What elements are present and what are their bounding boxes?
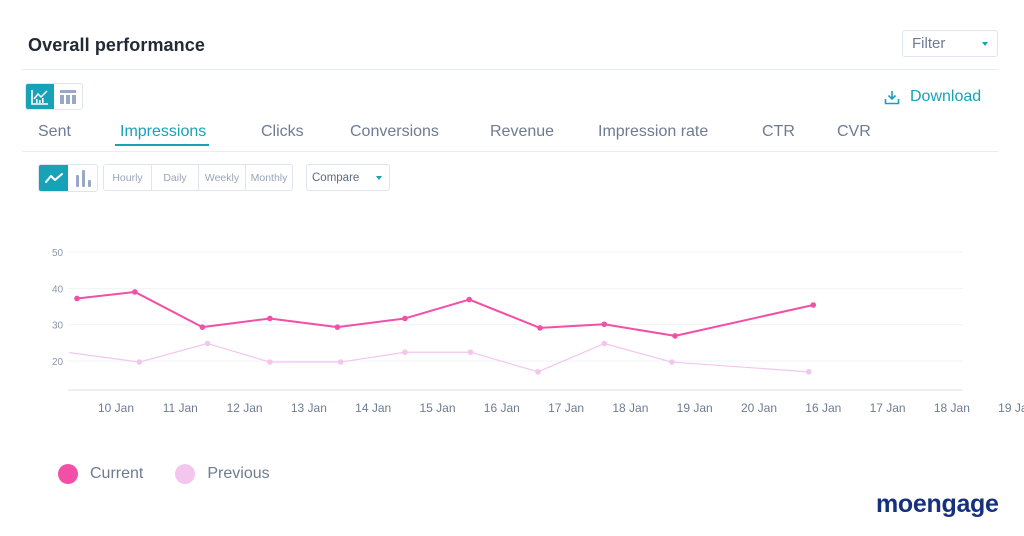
line-chart: 20304050 10 Jan 11 Jan 12 Jan 13 Jan 14 Jan 1… [52,248,1024,415]
data-point-previous [668,359,675,365]
chart-legend: Current Previous [58,464,302,484]
header-divider [22,69,998,70]
chart-view-icon [31,89,48,105]
granularity-weekly[interactable]: Weekly [199,165,246,190]
data-point-current [267,315,273,322]
chart-series [69,289,817,375]
tab-clicks[interactable]: Clicks [261,123,304,141]
x-tick-label: 11 Jan [163,401,198,415]
y-tick-label: 50 [52,248,64,259]
view-toggle [25,83,83,110]
tab-impression-rate[interactable]: Impression rate [598,123,708,141]
tab-impressions[interactable]: Impressions [114,123,210,146]
x-tick-label: 18 Jan [934,401,970,415]
granularity-hourly[interactable]: Hourly [104,165,152,190]
tabs-divider [22,151,998,152]
line-chart-icon [44,173,63,183]
series-line-current [76,290,814,337]
data-point-current [601,321,608,328]
data-point-previous [467,349,474,356]
tab-sent[interactable]: Sent [38,123,71,141]
line-chart-button[interactable] [39,165,68,191]
x-tick-label: 19 Jan [998,401,1024,415]
data-point-current [74,295,80,302]
bar-chart-icon [75,170,91,187]
data-point-current [132,289,138,295]
legend-previous-label: Previous [207,465,270,482]
granularity-monthly[interactable]: Monthly [246,165,292,190]
legend-item-current[interactable]: Current [58,464,143,484]
chart-view-button[interactable] [26,84,54,109]
tab-revenue[interactable]: Revenue [490,123,554,141]
moengage-logo: moengage [876,490,999,518]
data-point-previous [267,359,273,365]
data-point-previous [805,369,812,375]
chart-grid [68,251,963,391]
data-point-current [537,325,543,331]
x-tick-label: 10 Jan [98,401,134,415]
legend-item-previous[interactable]: Previous [175,464,270,484]
y-tick-label: 20 [52,357,64,368]
data-point-previous [601,340,608,347]
tab-ctr[interactable]: CTR [762,123,795,141]
x-tick-label: 20 Jan [741,401,777,415]
data-point-current [672,333,678,339]
x-tick-label: 14 Jan [355,401,391,415]
series-previous [69,340,812,375]
filter-label: Filter [912,35,946,52]
data-point-current [466,296,473,303]
table-view-button[interactable] [54,84,82,109]
data-point-previous [402,349,408,356]
granularity-selector: Hourly Daily Weekly Monthly [103,164,293,191]
page-title: Overall performance [28,35,205,55]
data-point-current [199,324,206,330]
x-tick-label: 12 Jan [227,401,263,415]
legend-current-marker [58,464,78,484]
table-icon [60,89,76,104]
data-point-previous [204,340,211,347]
x-axis-ticks: 10 Jan 11 Jan 12 Jan 13 Jan 14 Jan 15 Jan 16 J… [98,401,1024,415]
legend-current-label: Current [90,465,144,482]
x-tick-label: 17 Jan [548,401,584,415]
chevron-down-icon [376,176,382,180]
compare-label: Compare [312,171,360,184]
x-tick-label: 16 Jan [805,401,841,415]
x-tick-label: 13 Jan [291,401,327,415]
download-label: Download [910,88,982,105]
chart-type-toggle [38,164,98,192]
x-tick-label: 15 Jan [419,401,455,415]
data-point-current [334,324,341,330]
download-icon [884,90,900,104]
series-line-previous [69,342,809,373]
x-tick-label: 18 Jan [612,401,648,415]
y-tick-label: 40 [52,284,64,295]
y-tick-label: 30 [52,321,64,332]
y-axis-ticks: 20 30 40 50 [52,248,64,368]
legend-previous-marker [175,464,196,484]
tab-conversions[interactable]: Conversions [350,123,439,141]
filter-dropdown[interactable]: Filter [902,30,998,57]
data-point-previous [337,359,344,365]
x-tick-label: 16 Jan [484,401,520,415]
compare-dropdown[interactable]: Compare [306,164,390,191]
series-current [74,289,817,339]
bar-chart-button[interactable] [68,165,97,191]
data-point-previous [136,359,143,365]
tab-cvr[interactable]: CVR [837,123,871,141]
x-tick-label: 19 Jan [677,401,713,415]
data-point-previous [535,369,541,375]
granularity-daily[interactable]: Daily [152,165,199,190]
chevron-down-icon [982,42,988,46]
metric-tabs: Sent Impressions Clicks Conversions Reve… [0,123,1024,147]
data-point-current [810,302,817,308]
data-point-current [402,315,408,322]
x-tick-label: 17 Jan [870,401,906,415]
download-button[interactable]: Download [884,88,981,106]
